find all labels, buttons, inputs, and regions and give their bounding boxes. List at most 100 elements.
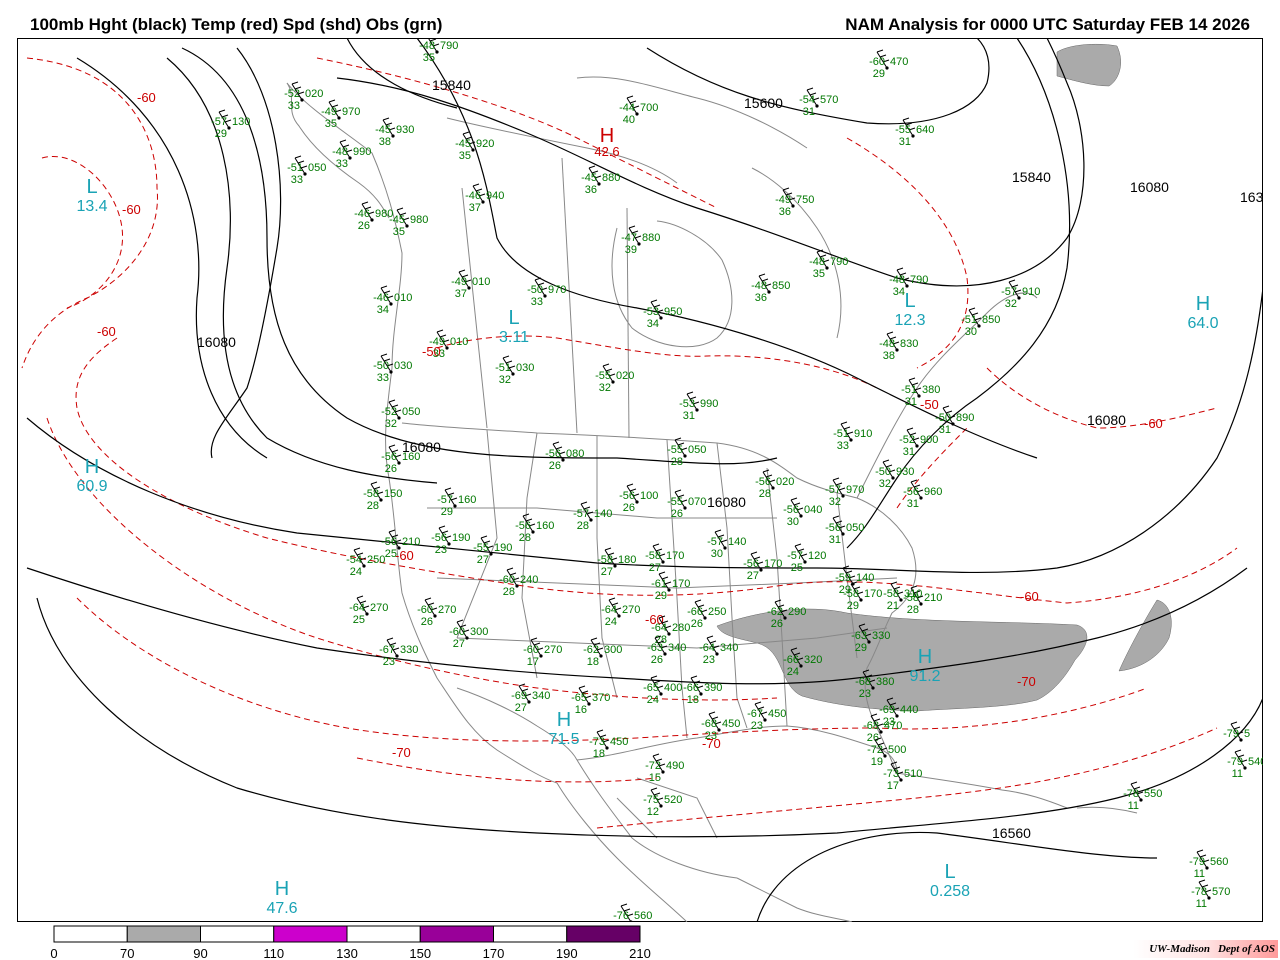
station-dot bbox=[300, 98, 304, 102]
obs-height: 970 bbox=[548, 284, 566, 296]
height-label: 15840 bbox=[432, 77, 471, 93]
station-dot bbox=[661, 560, 665, 564]
obs-dewpoint: 25 bbox=[385, 548, 397, 560]
obs-temp: -50 bbox=[875, 466, 891, 478]
obs-dewpoint: 30 bbox=[711, 548, 723, 560]
obs-dewpoint: 36 bbox=[585, 184, 597, 196]
obs-height: 880 bbox=[602, 172, 620, 184]
obs-temp: -65 bbox=[571, 692, 587, 704]
obs-height: 500 bbox=[888, 744, 906, 756]
station-dot bbox=[767, 290, 771, 294]
obs-dewpoint: 29 bbox=[655, 590, 667, 602]
obs-temp: -56 bbox=[381, 451, 397, 463]
obs-dewpoint: 17 bbox=[887, 780, 899, 792]
obs-temp: -49 bbox=[429, 336, 445, 348]
center-letter: H bbox=[1196, 293, 1210, 315]
station-dot bbox=[605, 746, 609, 750]
station-dot bbox=[1205, 866, 1209, 870]
center-value: 0.258 bbox=[930, 883, 970, 900]
obs-dewpoint: 23 bbox=[859, 688, 871, 700]
temp-label: -60 bbox=[1020, 589, 1039, 604]
station-dot bbox=[1207, 896, 1211, 900]
station-dot bbox=[617, 614, 621, 618]
obs-dewpoint: 11 bbox=[1194, 868, 1205, 880]
center-letter: L bbox=[86, 176, 97, 198]
obs-height: 640 bbox=[916, 124, 934, 136]
obs-height: 850 bbox=[772, 280, 790, 292]
obs-height: 440 bbox=[900, 704, 918, 716]
obs-temp: -45 bbox=[581, 172, 597, 184]
station-dot bbox=[799, 664, 803, 668]
obs-dewpoint: 18 bbox=[593, 748, 605, 760]
station-dot bbox=[397, 461, 401, 465]
obs-temp: -44 bbox=[619, 102, 635, 114]
height-label: 16080 bbox=[1087, 412, 1126, 428]
obs-height: 380 bbox=[922, 384, 940, 396]
station-dot bbox=[637, 242, 641, 246]
station-dot bbox=[389, 302, 393, 306]
station-dot bbox=[435, 50, 439, 54]
obs-height: 890 bbox=[956, 412, 974, 424]
obs-height: 100 bbox=[640, 490, 658, 502]
obs-temp: -52 bbox=[284, 88, 300, 100]
station-dot bbox=[1239, 738, 1243, 742]
obs-dewpoint: 37 bbox=[469, 202, 481, 214]
station-dot bbox=[1243, 766, 1247, 770]
station-dot bbox=[227, 126, 231, 130]
station-dot bbox=[783, 616, 787, 620]
center-value: 13.4 bbox=[76, 198, 107, 215]
obs-height: 550 bbox=[1144, 788, 1162, 800]
obs-dewpoint: 26 bbox=[623, 502, 635, 514]
obs-dewpoint: 29 bbox=[215, 128, 227, 140]
obs-dewpoint: 33 bbox=[291, 174, 303, 186]
station-dot bbox=[683, 454, 687, 458]
obs-dewpoint: 33 bbox=[377, 372, 389, 384]
station-dot bbox=[715, 652, 719, 656]
obs-dewpoint: 28 bbox=[367, 500, 379, 512]
station-dot bbox=[391, 134, 395, 138]
obs-temp: -57 bbox=[211, 116, 227, 128]
obs-dewpoint: 26 bbox=[771, 618, 783, 630]
obs-dewpoint: 28 bbox=[577, 520, 589, 532]
center-value: 71.5 bbox=[548, 731, 579, 748]
obs-height: 830 bbox=[900, 338, 918, 350]
station-dot bbox=[771, 486, 775, 490]
legend-bin bbox=[200, 925, 275, 943]
obs-height: 390 bbox=[704, 682, 722, 694]
obs-temp: -67 bbox=[379, 644, 395, 656]
station-dot bbox=[611, 380, 615, 384]
obs-dewpoint: 26 bbox=[549, 460, 561, 472]
obs-dewpoint: 18 bbox=[687, 694, 699, 706]
obs-temp: -52 bbox=[899, 434, 915, 446]
obs-dewpoint: 27 bbox=[601, 566, 613, 578]
temp-label: -70 bbox=[1017, 674, 1036, 689]
station-dot bbox=[395, 654, 399, 658]
obs-dewpoint: 11 bbox=[1232, 768, 1243, 780]
obs-temp: -63 bbox=[851, 630, 867, 642]
obs-dewpoint: 31 bbox=[683, 410, 695, 422]
station-dot bbox=[871, 686, 875, 690]
station-dot bbox=[815, 104, 819, 108]
station-dot bbox=[895, 348, 899, 352]
obs-height: 130 bbox=[232, 116, 250, 128]
obs-temp: -50 bbox=[373, 360, 389, 372]
obs-dewpoint: 29 bbox=[847, 600, 859, 612]
obs-dewpoint: 27 bbox=[477, 554, 489, 566]
obs-dewpoint: 27 bbox=[747, 570, 759, 582]
obs-dewpoint: 32 bbox=[599, 382, 611, 394]
obs-dewpoint: 39 bbox=[625, 244, 637, 256]
obs-height: 290 bbox=[788, 606, 806, 618]
obs-temp: -55 bbox=[667, 444, 683, 456]
obs-temp: -47 bbox=[621, 232, 637, 244]
obs-dewpoint: 26 bbox=[867, 732, 879, 744]
obs-temp: -58 bbox=[843, 588, 859, 600]
obs-temp: -79 bbox=[1189, 856, 1205, 868]
obs-height: 330 bbox=[400, 644, 418, 656]
obs-temp: -62 bbox=[767, 606, 783, 618]
station-dot bbox=[899, 778, 903, 782]
obs-temp: -66 bbox=[783, 654, 799, 666]
legend-label: 130 bbox=[336, 946, 358, 960]
obs-temp: -57 bbox=[437, 494, 453, 506]
obs-dewpoint: 18 bbox=[587, 656, 599, 668]
station-dot bbox=[303, 172, 307, 176]
